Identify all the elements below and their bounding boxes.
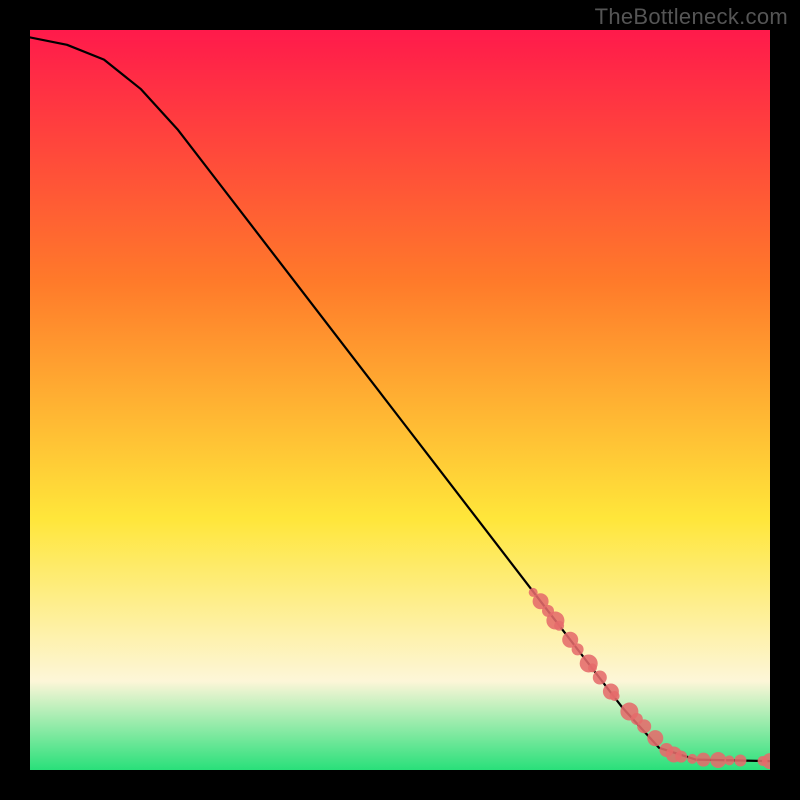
marker-point	[687, 754, 697, 764]
watermark-label: TheBottleneck.com	[595, 4, 788, 30]
marker-point	[588, 663, 597, 672]
marker-point	[610, 691, 620, 701]
plot-area	[30, 30, 770, 770]
marker-point	[593, 671, 607, 685]
marker-point	[675, 751, 687, 763]
chart-stage: TheBottleneck.com	[0, 0, 800, 800]
marker-point	[572, 643, 584, 655]
marker-point	[696, 753, 710, 767]
marker-point	[710, 752, 726, 768]
marker-point	[724, 755, 734, 765]
gradient-background	[30, 30, 770, 770]
marker-point	[637, 719, 651, 733]
marker-point	[554, 621, 564, 631]
chart-svg	[30, 30, 770, 770]
marker-point	[734, 755, 746, 767]
marker-point	[647, 730, 663, 746]
